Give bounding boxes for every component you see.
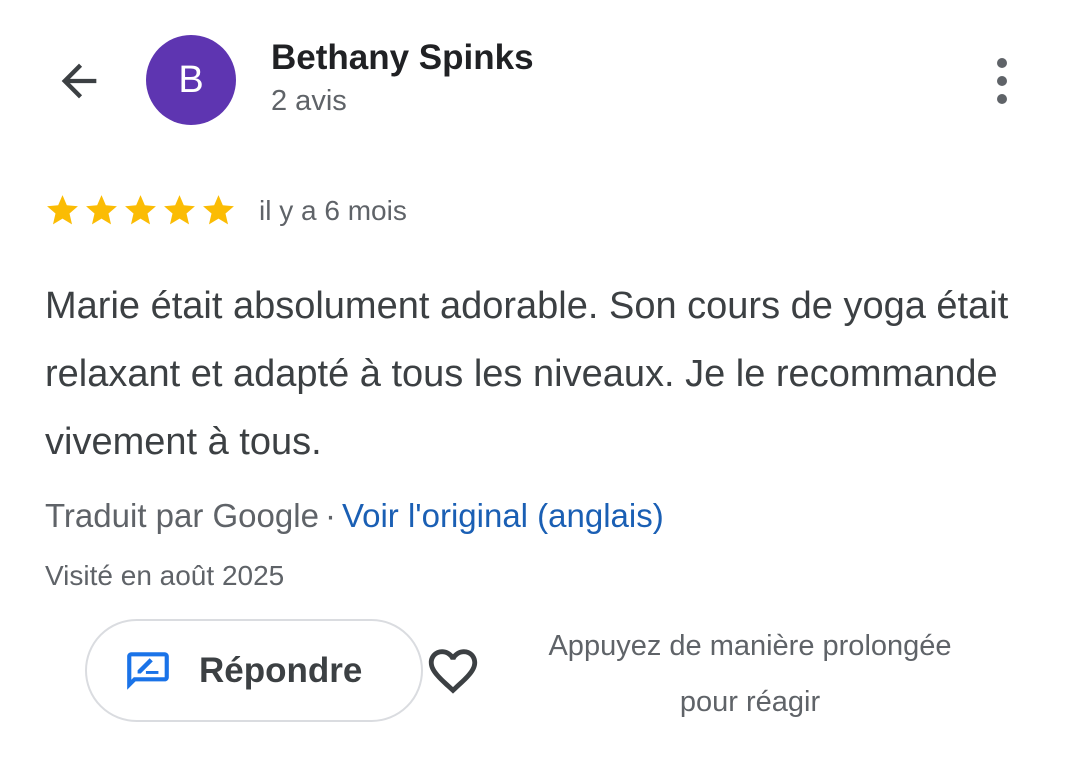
react-hint-line-2: pour réagir	[679, 686, 821, 718]
heart-outline-icon	[428, 649, 478, 694]
star-rating	[44, 192, 237, 229]
more-vert-icon	[997, 58, 1007, 104]
translation-info: Traduit par Google · Voir l'original (angl…	[45, 497, 664, 535]
translated-by-label: Traduit par Google	[45, 497, 319, 534]
react-hint: Appuyez de manière prolongée pour réagir	[500, 618, 1000, 730]
reply-edit-icon	[127, 651, 169, 690]
review-date: il y a 6 mois	[259, 195, 407, 226]
star-icon	[125, 195, 156, 225]
review-text: Marie était absolument adorable. Son cou…	[45, 285, 1009, 463]
avatar-initial: B	[178, 58, 204, 101]
star-icon	[47, 195, 78, 225]
reply-label: Répondre	[199, 650, 363, 690]
avatar[interactable]: B	[146, 35, 236, 125]
react-hint-line-1: Appuyez de manière prolongée	[548, 630, 952, 662]
separator: ·	[324, 497, 336, 534]
review-detail-page: B Bethany Spinks 2 avis il y a 6 mois Ma…	[0, 0, 1079, 777]
star-icon	[164, 195, 195, 225]
star-icon	[86, 195, 117, 225]
reviewer-name[interactable]: Bethany Spinks	[271, 38, 534, 78]
back-button[interactable]	[48, 50, 110, 112]
view-original-link[interactable]: Voir l'original (anglais)	[342, 497, 664, 534]
star-icon	[203, 195, 234, 225]
reply-button[interactable]: Répondre	[85, 619, 423, 722]
arrow-back-icon	[61, 63, 97, 99]
review-count: 2 avis	[271, 85, 347, 117]
react-button[interactable]	[422, 640, 484, 702]
more-options-button[interactable]	[980, 50, 1024, 112]
visit-date: Visité en août 2025	[45, 560, 285, 591]
